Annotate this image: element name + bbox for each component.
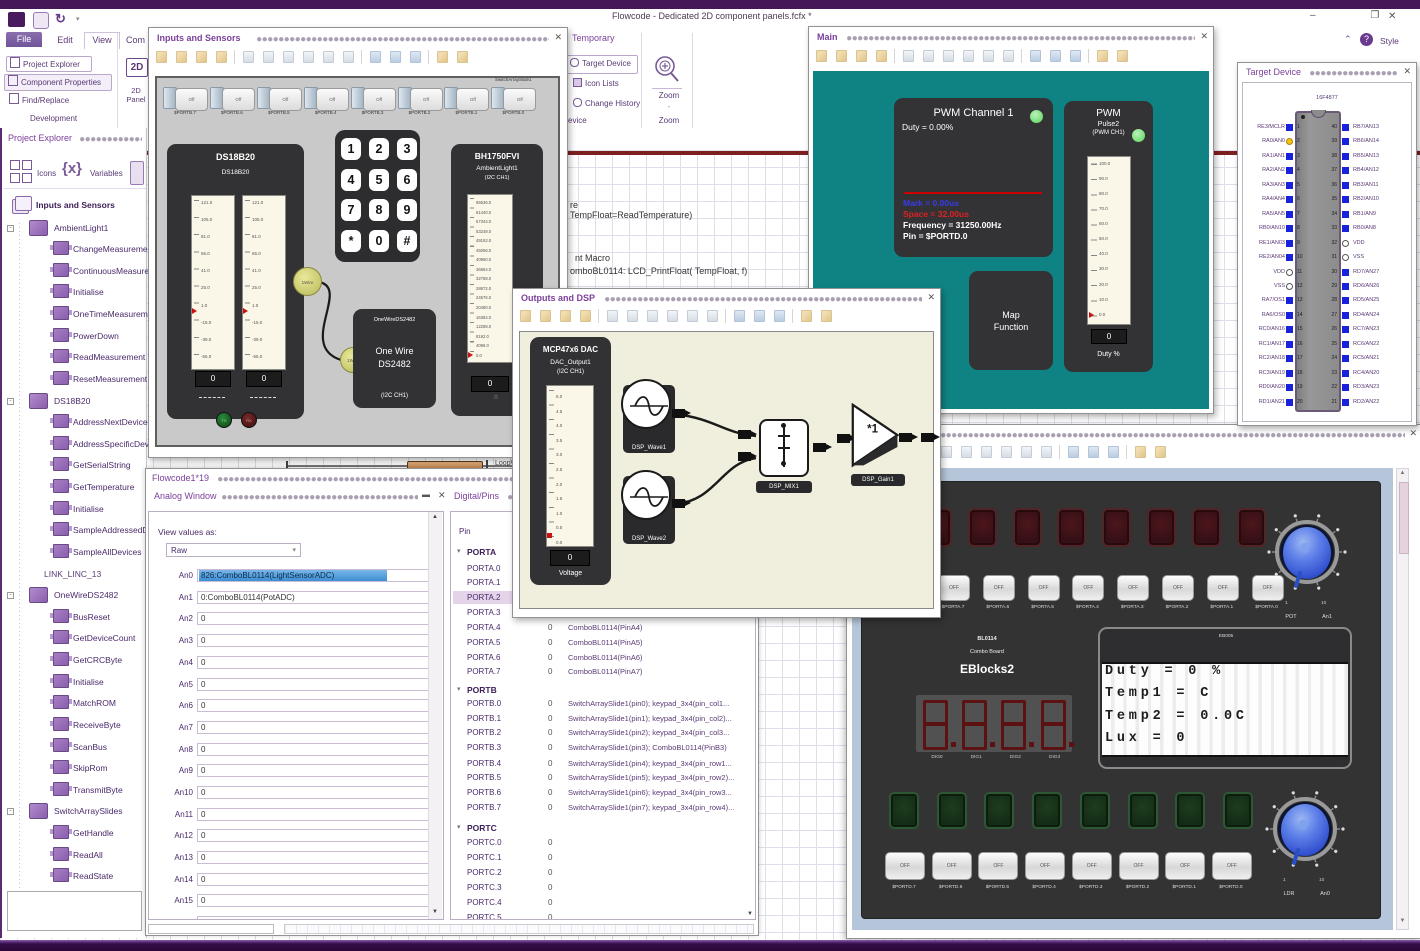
svg-text:*1: *1 <box>867 422 878 435</box>
